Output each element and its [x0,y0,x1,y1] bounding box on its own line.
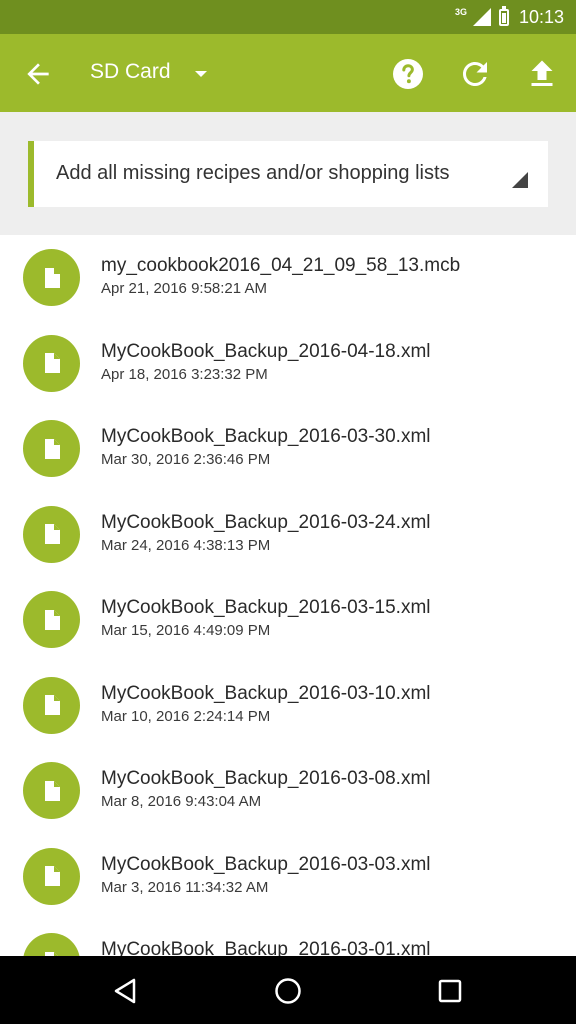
nav-home-button[interactable] [270,973,306,1009]
dropdown-arrow-icon [195,71,207,77]
arrow-back-icon [27,63,49,85]
file-date: Apr 21, 2016 9:58:21 AM [101,280,267,297]
file-icon [23,505,80,563]
file-name: MyCookBook_Backup_2016-03-01.xml [101,939,431,956]
network-type: 3G [454,7,467,17]
file-item[interactable]: my_cookbook2016_04_21_09_58_13.mcb Apr 2… [0,235,576,321]
file-name: my_cookbook2016_04_21_09_58_13.mcb [101,255,461,276]
screen: 3G 10:13 SD Card Add all missing recipes… [0,0,576,1024]
file-icon [23,334,80,392]
clock: 10:13 [518,6,564,27]
file-name: MyCookBook_Backup_2016-03-08.xml [101,768,431,789]
file-list: my_cookbook2016_04_21_09_58_13.mcb Apr 2… [0,235,576,956]
file-date: Mar 10, 2016 2:24:14 PM [101,707,271,725]
file-date: Mar 30, 2016 2:36:46 PM [101,451,271,468]
location-dropdown[interactable] [190,66,212,82]
file-icon [23,249,80,306]
battery-icon [498,5,509,26]
signal-icon [472,8,491,26]
back-button[interactable] [22,58,54,90]
import-mode-spinner[interactable]: Add all missing recipes and/or shopping … [28,141,548,207]
file-name: MyCookBook_Backup_2016-04-18.xml [101,340,431,362]
file-icon [23,933,80,956]
nav-home-icon [275,978,301,1004]
file-item[interactable]: MyCookBook_Backup_2016-03-08.xml Mar 8, … [0,748,576,834]
status-bar: 3G 10:13 [0,0,576,34]
file-icon [23,762,80,819]
nav-recents-icon [438,979,462,1003]
help-button[interactable] [390,56,426,92]
file-date: Mar 8, 2016 9:43:04 AM [101,793,262,810]
location-title[interactable]: SD Card [90,60,171,84]
import-mode-label: Add all missing recipes and/or shopping … [56,162,450,184]
nav-back-button[interactable] [108,973,144,1009]
file-name: MyCookBook_Backup_2016-03-30.xml [101,426,431,447]
filter-area: Add all missing recipes and/or shopping … [0,112,576,235]
file-item[interactable]: MyCookBook_Backup_2016-03-10.xml Mar 10,… [0,663,576,749]
upload-icon [531,60,553,86]
file-date: Mar 15, 2016 4:49:09 PM [101,622,271,639]
upload-button[interactable] [524,56,560,92]
file-name: MyCookBook_Backup_2016-03-24.xml [101,511,431,533]
navigation-bar [0,956,576,1024]
file-item[interactable]: MyCookBook_Backup_2016-03-24.xml Mar 24,… [0,492,576,578]
file-date: Mar 24, 2016 4:38:13 PM [101,536,271,554]
help-icon [393,59,423,89]
refresh-icon [463,62,487,86]
file-icon [23,420,80,477]
file-name: MyCookBook_Backup_2016-03-10.xml [101,682,431,704]
file-item[interactable]: MyCookBook_Backup_2016-03-30.xml Mar 30,… [0,406,576,492]
app-bar: SD Card [0,34,576,112]
file-item[interactable]: MyCookBook_Backup_2016-03-01.xml [0,919,576,956]
file-date: Mar 3, 2016 11:34:32 AM [101,878,269,896]
spinner-arrow-icon [512,172,528,188]
file-icon [23,676,80,734]
file-name: MyCookBook_Backup_2016-03-03.xml [101,853,431,875]
nav-back-icon [114,978,136,1004]
file-item[interactable]: MyCookBook_Backup_2016-03-03.xml Mar 3, … [0,834,576,920]
file-item[interactable]: MyCookBook_Backup_2016-03-15.xml Mar 15,… [0,577,576,663]
file-date: Apr 18, 2016 3:23:32 PM [101,365,268,383]
nav-recents-button[interactable] [432,973,468,1009]
file-item[interactable]: MyCookBook_Backup_2016-04-18.xml Apr 18,… [0,321,576,407]
file-icon [23,591,80,648]
file-icon [23,847,80,905]
refresh-button[interactable] [457,56,493,92]
file-name: MyCookBook_Backup_2016-03-15.xml [101,597,431,618]
